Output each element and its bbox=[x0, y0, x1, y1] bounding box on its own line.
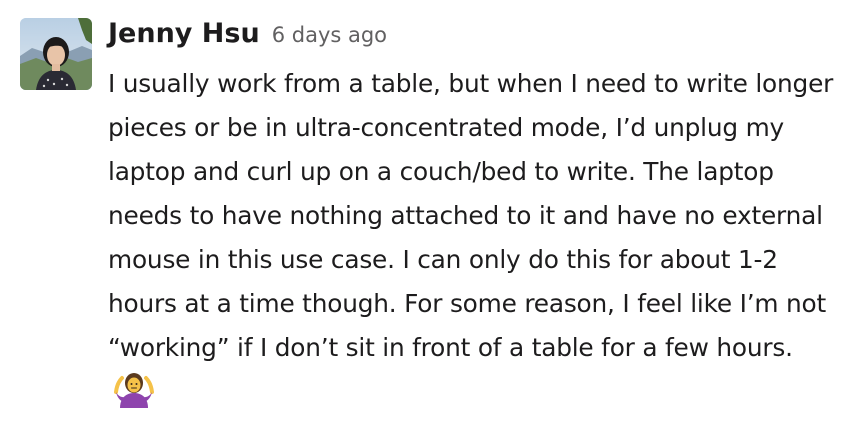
message-text: I usually work from a table, but when I … bbox=[108, 69, 834, 362]
author-name[interactable]: Jenny Hsu bbox=[108, 18, 260, 49]
message-content: Jenny Hsu 6 days ago I usually work from… bbox=[108, 18, 834, 422]
message-body: I usually work from a table, but when I … bbox=[108, 62, 834, 422]
message-timestamp[interactable]: 6 days ago bbox=[272, 23, 387, 47]
chat-message: Jenny Hsu 6 days ago I usually work from… bbox=[20, 18, 840, 422]
person-shrugging-icon bbox=[114, 370, 154, 422]
avatar-photo-icon bbox=[20, 18, 92, 90]
message-header: Jenny Hsu 6 days ago bbox=[108, 18, 834, 58]
avatar[interactable] bbox=[20, 18, 92, 90]
